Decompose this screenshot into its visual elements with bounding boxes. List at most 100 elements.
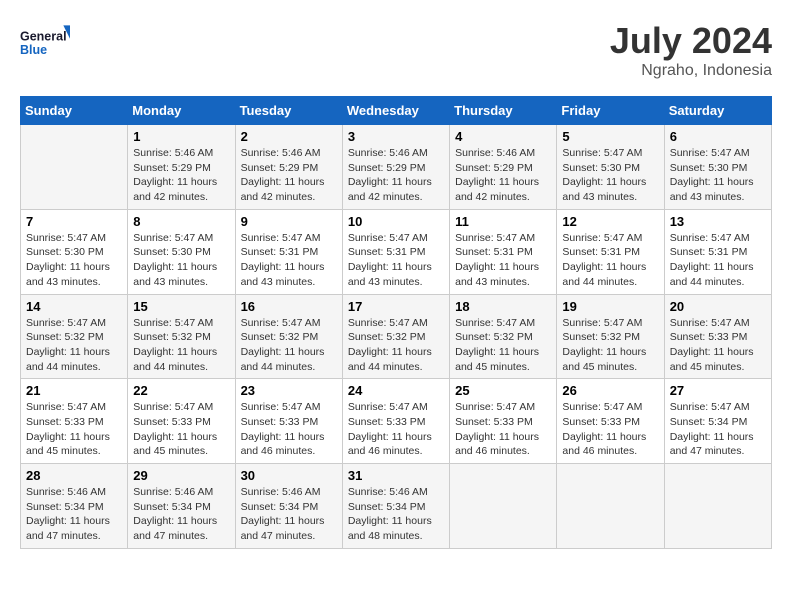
- calendar-cell: 10 Sunrise: 5:47 AM Sunset: 5:31 PM Dayl…: [342, 209, 449, 294]
- weekday-header-friday: Friday: [557, 97, 664, 125]
- sunset-info: Sunset: 5:34 PM: [26, 501, 104, 513]
- weekday-header-wednesday: Wednesday: [342, 97, 449, 125]
- daylight-info: Daylight: 11 hours and 42 minutes.: [348, 176, 432, 203]
- sunrise-info: Sunrise: 5:47 AM: [241, 232, 321, 244]
- calendar-cell: 7 Sunrise: 5:47 AM Sunset: 5:30 PM Dayli…: [21, 209, 128, 294]
- day-number: 25: [455, 383, 551, 398]
- daylight-info: Daylight: 11 hours and 47 minutes.: [241, 515, 325, 542]
- sunrise-info: Sunrise: 5:47 AM: [670, 232, 750, 244]
- day-number: 12: [562, 214, 658, 229]
- daylight-info: Daylight: 11 hours and 47 minutes.: [26, 515, 110, 542]
- day-number: 3: [348, 129, 444, 144]
- daylight-info: Daylight: 11 hours and 43 minutes.: [562, 176, 646, 203]
- daylight-info: Daylight: 11 hours and 43 minutes.: [26, 261, 110, 288]
- day-number: 26: [562, 383, 658, 398]
- sunset-info: Sunset: 5:33 PM: [133, 416, 211, 428]
- day-number: 29: [133, 468, 229, 483]
- weekday-header-tuesday: Tuesday: [235, 97, 342, 125]
- calendar-cell: 15 Sunrise: 5:47 AM Sunset: 5:32 PM Dayl…: [128, 294, 235, 379]
- sunset-info: Sunset: 5:32 PM: [241, 331, 319, 343]
- sunrise-info: Sunrise: 5:47 AM: [670, 147, 750, 159]
- day-number: 17: [348, 299, 444, 314]
- calendar-cell: [21, 125, 128, 210]
- sunset-info: Sunset: 5:34 PM: [133, 501, 211, 513]
- sunrise-info: Sunrise: 5:46 AM: [26, 486, 106, 498]
- calendar-cell: 2 Sunrise: 5:46 AM Sunset: 5:29 PM Dayli…: [235, 125, 342, 210]
- day-number: 28: [26, 468, 122, 483]
- sunset-info: Sunset: 5:31 PM: [348, 246, 426, 258]
- sunset-info: Sunset: 5:30 PM: [670, 162, 748, 174]
- calendar-cell: 20 Sunrise: 5:47 AM Sunset: 5:33 PM Dayl…: [664, 294, 771, 379]
- sunset-info: Sunset: 5:32 PM: [26, 331, 104, 343]
- sunrise-info: Sunrise: 5:46 AM: [348, 147, 428, 159]
- daylight-info: Daylight: 11 hours and 42 minutes.: [133, 176, 217, 203]
- calendar-cell: 23 Sunrise: 5:47 AM Sunset: 5:33 PM Dayl…: [235, 379, 342, 464]
- day-number: 13: [670, 214, 766, 229]
- day-number: 30: [241, 468, 337, 483]
- weekday-header-monday: Monday: [128, 97, 235, 125]
- calendar-cell: 31 Sunrise: 5:46 AM Sunset: 5:34 PM Dayl…: [342, 464, 449, 549]
- calendar-cell: 30 Sunrise: 5:46 AM Sunset: 5:34 PM Dayl…: [235, 464, 342, 549]
- calendar-cell: 22 Sunrise: 5:47 AM Sunset: 5:33 PM Dayl…: [128, 379, 235, 464]
- calendar-cell: [664, 464, 771, 549]
- day-number: 10: [348, 214, 444, 229]
- calendar-cell: 29 Sunrise: 5:46 AM Sunset: 5:34 PM Dayl…: [128, 464, 235, 549]
- calendar-cell: 27 Sunrise: 5:47 AM Sunset: 5:34 PM Dayl…: [664, 379, 771, 464]
- day-number: 5: [562, 129, 658, 144]
- daylight-info: Daylight: 11 hours and 47 minutes.: [133, 515, 217, 542]
- sunset-info: Sunset: 5:32 PM: [455, 331, 533, 343]
- svg-text:Blue: Blue: [20, 43, 47, 57]
- daylight-info: Daylight: 11 hours and 46 minutes.: [455, 431, 539, 458]
- sunrise-info: Sunrise: 5:47 AM: [348, 401, 428, 413]
- weekday-header-thursday: Thursday: [450, 97, 557, 125]
- sunset-info: Sunset: 5:33 PM: [562, 416, 640, 428]
- daylight-info: Daylight: 11 hours and 43 minutes.: [133, 261, 217, 288]
- sunrise-info: Sunrise: 5:47 AM: [562, 232, 642, 244]
- sunrise-info: Sunrise: 5:47 AM: [562, 317, 642, 329]
- sunset-info: Sunset: 5:31 PM: [241, 246, 319, 258]
- sunrise-info: Sunrise: 5:47 AM: [26, 317, 106, 329]
- sunrise-info: Sunrise: 5:47 AM: [26, 401, 106, 413]
- day-number: 8: [133, 214, 229, 229]
- sunrise-info: Sunrise: 5:47 AM: [348, 317, 428, 329]
- daylight-info: Daylight: 11 hours and 45 minutes.: [455, 346, 539, 373]
- daylight-info: Daylight: 11 hours and 44 minutes.: [133, 346, 217, 373]
- day-number: 4: [455, 129, 551, 144]
- day-number: 9: [241, 214, 337, 229]
- daylight-info: Daylight: 11 hours and 43 minutes.: [348, 261, 432, 288]
- sunset-info: Sunset: 5:30 PM: [26, 246, 104, 258]
- calendar-cell: 3 Sunrise: 5:46 AM Sunset: 5:29 PM Dayli…: [342, 125, 449, 210]
- daylight-info: Daylight: 11 hours and 44 minutes.: [348, 346, 432, 373]
- sunrise-info: Sunrise: 5:47 AM: [26, 232, 106, 244]
- sunset-info: Sunset: 5:33 PM: [26, 416, 104, 428]
- page-header: General Blue July 2024 Ngraho, Indonesia: [20, 20, 772, 80]
- calendar-cell: 19 Sunrise: 5:47 AM Sunset: 5:32 PM Dayl…: [557, 294, 664, 379]
- sunrise-info: Sunrise: 5:47 AM: [670, 401, 750, 413]
- calendar-cell: 9 Sunrise: 5:47 AM Sunset: 5:31 PM Dayli…: [235, 209, 342, 294]
- day-number: 7: [26, 214, 122, 229]
- daylight-info: Daylight: 11 hours and 45 minutes.: [562, 346, 646, 373]
- calendar-cell: 21 Sunrise: 5:47 AM Sunset: 5:33 PM Dayl…: [21, 379, 128, 464]
- sunset-info: Sunset: 5:29 PM: [133, 162, 211, 174]
- day-number: 1: [133, 129, 229, 144]
- sunrise-info: Sunrise: 5:47 AM: [670, 317, 750, 329]
- daylight-info: Daylight: 11 hours and 45 minutes.: [670, 346, 754, 373]
- daylight-info: Daylight: 11 hours and 47 minutes.: [670, 431, 754, 458]
- day-number: 19: [562, 299, 658, 314]
- sunset-info: Sunset: 5:29 PM: [455, 162, 533, 174]
- day-number: 16: [241, 299, 337, 314]
- calendar-cell: 16 Sunrise: 5:47 AM Sunset: 5:32 PM Dayl…: [235, 294, 342, 379]
- sunrise-info: Sunrise: 5:47 AM: [133, 401, 213, 413]
- sunset-info: Sunset: 5:30 PM: [562, 162, 640, 174]
- day-number: 2: [241, 129, 337, 144]
- sunrise-info: Sunrise: 5:46 AM: [241, 147, 321, 159]
- svg-text:General: General: [20, 29, 67, 43]
- calendar-cell: 13 Sunrise: 5:47 AM Sunset: 5:31 PM Dayl…: [664, 209, 771, 294]
- logo-svg: General Blue: [20, 20, 70, 65]
- daylight-info: Daylight: 11 hours and 43 minutes.: [455, 261, 539, 288]
- day-number: 21: [26, 383, 122, 398]
- day-number: 15: [133, 299, 229, 314]
- daylight-info: Daylight: 11 hours and 46 minutes.: [562, 431, 646, 458]
- sunset-info: Sunset: 5:30 PM: [133, 246, 211, 258]
- sunrise-info: Sunrise: 5:47 AM: [455, 401, 535, 413]
